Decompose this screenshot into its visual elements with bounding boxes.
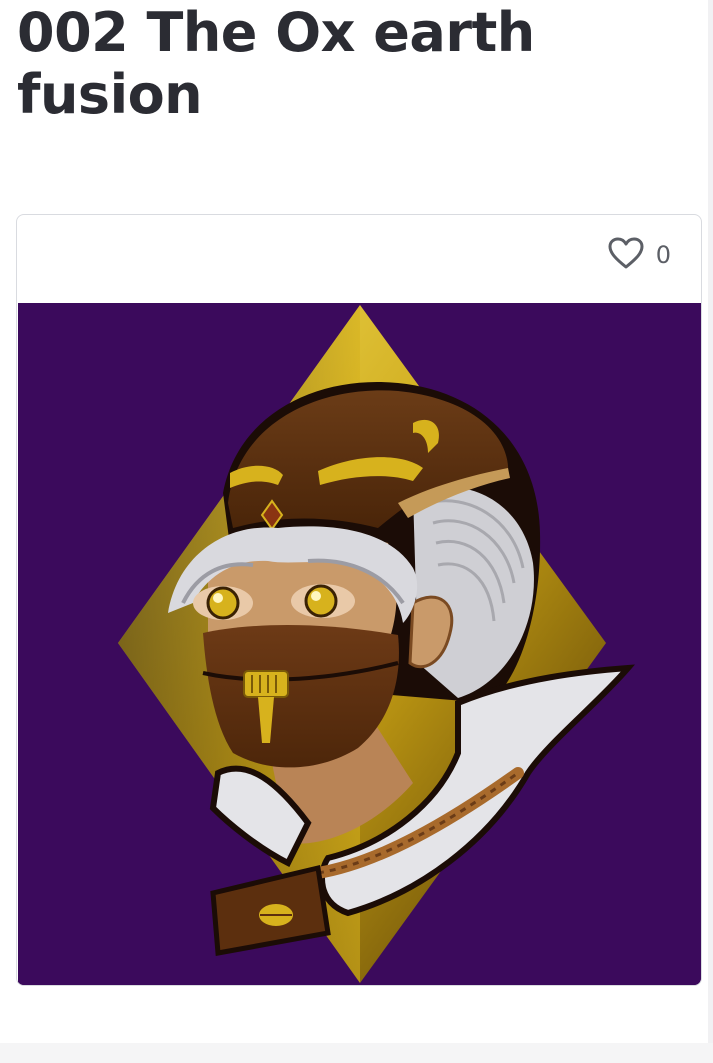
like-count: 0 [655,240,671,269]
like-button[interactable]: 0 [608,237,671,272]
page-title: 002 The Ox earth fusion [17,1,535,126]
card-header: 0 [17,215,701,303]
artwork-image[interactable] [18,303,701,985]
heart-outline-icon [608,237,644,272]
page-footer-strip [0,1043,713,1063]
scrollbar-track[interactable] [708,0,713,1043]
nft-card: 0 [16,214,702,986]
